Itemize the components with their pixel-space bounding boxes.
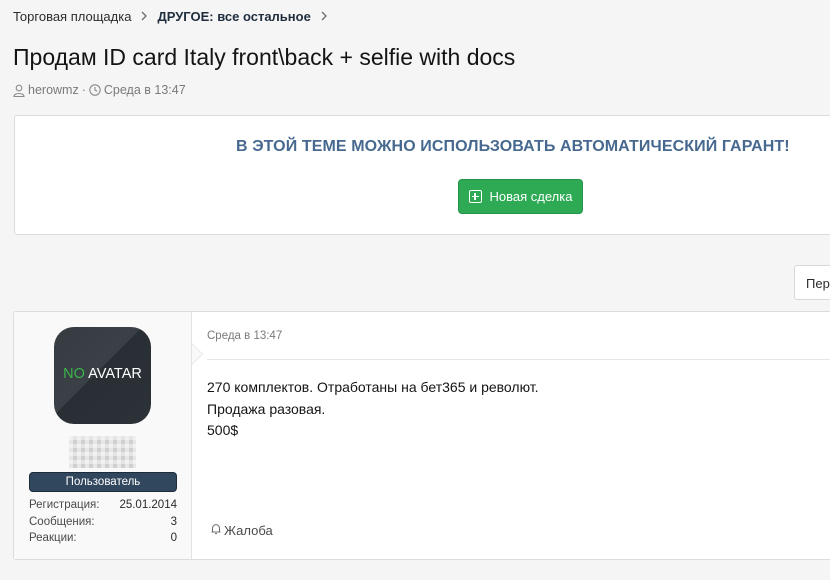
thread-meta: herowmz · Среда в 13:47 — [13, 83, 186, 97]
guarantee-notice-block: В ЭТОЙ ТЕМЕ МОЖНО ИСПОЛЬЗОВАТЬ АВТОМАТИЧ… — [14, 115, 830, 235]
thread-author-link[interactable]: herowmz — [28, 83, 79, 97]
page-title: Продам ID card Italy front\back + selfie… — [13, 44, 516, 70]
user-stats: Регистрация: 25.01.2014 Сообщения: 3 Реа… — [29, 497, 177, 547]
breadcrumb: Торговая площадка ДРУГОЕ: все остальное — [13, 9, 337, 24]
avatar[interactable]: NO AVATAR — [54, 327, 151, 424]
post-body-line: 270 комплектов. Отработаны на бет365 и р… — [207, 379, 539, 395]
user-role-badge: Пользователь — [29, 472, 177, 492]
post-divider — [207, 359, 830, 360]
pixelated-username — [69, 436, 136, 468]
post-user-info: NO AVATAR Пользователь Регистрация: 25.0… — [14, 312, 192, 559]
stat-value: 3 — [170, 515, 177, 528]
clock-icon — [89, 84, 101, 96]
chevron-right-icon — [140, 10, 148, 24]
stat-row-messages: Сообщения: 3 — [29, 514, 177, 531]
post-body-line: 500$ — [207, 422, 239, 438]
post-date[interactable]: Среда в 13:47 — [207, 330, 282, 342]
bell-icon — [210, 523, 224, 538]
post-arrow — [192, 344, 202, 364]
stat-label: Регистрация: — [29, 499, 100, 511]
breadcrumb-item-marketplace[interactable]: Торговая площадка — [13, 9, 131, 24]
guarantee-notice-text: В ЭТОЙ ТЕМЕ МОЖНО ИСПОЛЬЗОВАТЬ АВТОМАТИЧ… — [236, 138, 790, 155]
breadcrumb-item-other[interactable]: ДРУГОЕ: все остальное — [157, 9, 310, 24]
user-icon — [13, 84, 25, 97]
page-nav-button[interactable]: Пер — [794, 265, 830, 300]
stat-row-reactions: Реакции: 0 — [29, 530, 177, 547]
thread-date[interactable]: Среда в 13:47 — [104, 83, 186, 97]
new-deal-label: Новая сделка — [489, 189, 573, 204]
report-label: Жалоба — [224, 523, 273, 538]
avatar-avatar-text: AVATAR — [88, 366, 142, 382]
stat-row-registration: Регистрация: 25.01.2014 — [29, 497, 177, 514]
stat-label: Реакции: — [29, 532, 77, 544]
avatar-no-text: NO — [63, 366, 85, 382]
stat-value: 25.01.2014 — [119, 499, 177, 511]
chevron-right-icon — [320, 10, 328, 24]
stat-value: 0 — [170, 532, 177, 544]
meta-separator: · — [81, 83, 86, 97]
post-body-line: Продажа разовая. — [207, 400, 326, 417]
report-link[interactable]: Жалоба — [210, 523, 273, 538]
plus-square-icon — [468, 190, 482, 203]
post-body: 270 комплектов. Отработаны на бет365 и р… — [207, 377, 539, 442]
post: NO AVATAR Пользователь Регистрация: 25.0… — [13, 311, 830, 560]
stat-label: Сообщения: — [29, 515, 95, 528]
new-deal-button[interactable]: Новая сделка — [458, 179, 583, 214]
